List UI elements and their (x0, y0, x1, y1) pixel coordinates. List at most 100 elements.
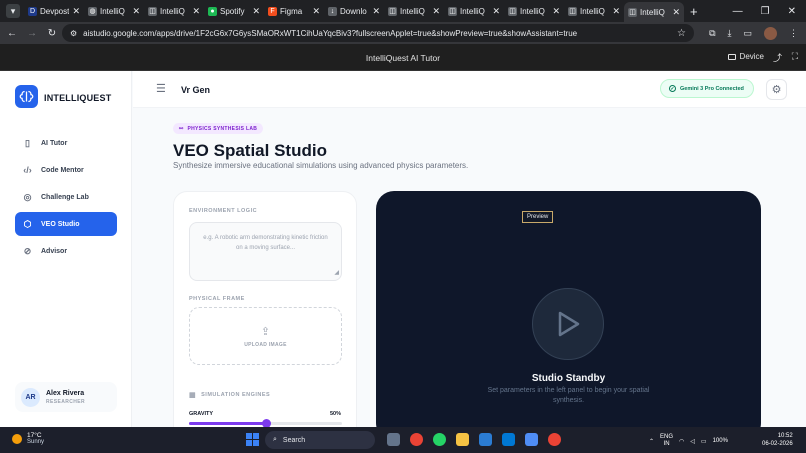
windows-start-icon[interactable] (246, 433, 259, 446)
file-explorer-icon[interactable] (456, 433, 469, 446)
shield-check-icon: ✓ (669, 85, 676, 92)
menu-icon[interactable]: ⋮ (789, 28, 798, 39)
chrome-icon[interactable] (410, 433, 423, 446)
battery-icon[interactable]: ▭ (701, 438, 707, 445)
book-icon: ▯ (25, 137, 30, 148)
gravity-value: 50% (329, 411, 341, 417)
sidebar-item-code-mentor[interactable]: ‹/› Code Mentor (15, 158, 117, 182)
tab-title: IntelliQ (520, 6, 545, 16)
user-card[interactable]: AR Alex Rivera RESEARCHER (15, 382, 117, 412)
language-indicator[interactable]: ENG IN (660, 434, 673, 448)
sun-icon (12, 433, 22, 444)
taskbar-search[interactable]: ⌕ Search (265, 431, 375, 449)
restore-icon[interactable]: ❐ (761, 6, 770, 17)
device-button[interactable]: Device (727, 52, 764, 61)
lab-badge: ⚯ PHYSICS SYNTHESIS LAB (173, 123, 264, 134)
gravity-slider-knob[interactable] (261, 419, 271, 427)
page-title: VEO Spatial Studio (173, 141, 327, 160)
browser-tab[interactable]: ◫ IntelliQ ✕ (384, 2, 444, 20)
search-icon: ⌕ (273, 436, 277, 443)
tab-close-icon[interactable]: ✕ (612, 6, 620, 17)
settings-gear-button[interactable]: ⚙ (766, 79, 787, 100)
browser-tab[interactable]: ◫ IntelliQ ✕ (504, 2, 564, 20)
tab-favicon-icon: ● (208, 6, 217, 16)
browser-tab[interactable]: F Figma ✕ (264, 2, 324, 20)
chevron-up-icon[interactable]: ⌃ (649, 438, 654, 445)
tab-close-icon[interactable]: ✕ (192, 6, 200, 17)
browser-tab[interactable]: D Devpost ✕ (24, 2, 84, 20)
site-info-icon[interactable]: ⚙ (70, 29, 77, 38)
sidebar-item-ai-tutor[interactable]: ▯ AI Tutor (15, 131, 117, 155)
tab-search-icon[interactable]: ▾ (6, 4, 20, 18)
volume-icon[interactable]: ◁ (690, 438, 695, 445)
preview-tag[interactable]: Preview (522, 211, 554, 223)
tab-close-icon[interactable]: ✕ (372, 6, 380, 17)
tab-close-icon[interactable]: ✕ (552, 6, 560, 17)
close-window-icon[interactable]: ✕ (788, 6, 796, 17)
share-icon[interactable]: ⤴ (773, 51, 782, 64)
upload-cloud-icon: ⇪ (260, 325, 271, 338)
upload-dropzone[interactable]: ⇪ UPLOAD IMAGE (189, 307, 342, 365)
app-root: INTELLIQUEST ▯ AI Tutor ‹/› Code Mentor ◎ Cha… (0, 71, 806, 427)
tab-group-icon[interactable]: ▭ (743, 28, 752, 39)
wifi-icon[interactable]: ◠ (679, 438, 684, 445)
clock[interactable]: 10:52 06-02-2026 (762, 433, 793, 449)
tab-favicon-icon: F (268, 6, 277, 16)
environment-textarea[interactable]: e.g. A robotic arm demonstrating kinetic… (189, 222, 342, 281)
tab-close-icon[interactable]: ✕ (312, 6, 320, 17)
sidebar-item-label: Advisor (41, 247, 68, 255)
vscode-icon[interactable] (502, 433, 515, 446)
chrome-active-icon[interactable] (548, 433, 561, 446)
browser-tab[interactable]: ● Spotify ✕ (204, 2, 264, 20)
resize-handle-icon[interactable]: ◢ (334, 269, 339, 279)
browser-tab[interactable]: ↓ Downlo ✕ (324, 2, 384, 20)
back-icon[interactable]: ← (2, 28, 22, 39)
forward-icon[interactable]: → (22, 28, 42, 39)
weather-widget[interactable]: 17°C Sunny (12, 432, 44, 445)
store-icon[interactable] (479, 433, 492, 446)
tab-close-icon[interactable]: ✕ (72, 6, 80, 17)
task-view-icon[interactable] (387, 433, 400, 446)
hamburger-icon[interactable]: ☰ (156, 84, 166, 95)
gravity-slider[interactable] (189, 419, 342, 427)
sidebar: INTELLIQUEST ▯ AI Tutor ‹/› Code Mentor ◎ Cha… (0, 71, 132, 427)
page-label: Vr Gen (181, 85, 211, 95)
whatsapp-icon[interactable] (433, 433, 446, 446)
browser-tab[interactable]: ◫ IntelliQ ✕ (624, 2, 684, 22)
tab-close-icon[interactable]: ✕ (672, 7, 680, 18)
applet-header: IntelliQuest AI Tutor Device ⤴ ⛶ (0, 44, 806, 71)
address-bar[interactable]: ⚙ aistudio.google.com/apps/drive/1F2cG6x… (62, 24, 694, 42)
sidebar-item-veo-studio[interactable]: ⬡ VEO Studio (15, 212, 117, 236)
engines-label: SIMULATION ENGINES (201, 392, 271, 398)
link-icon: ⚯ (179, 125, 184, 132)
browser-tab[interactable]: ◫ IntelliQ ✕ (144, 2, 204, 20)
tab-favicon-icon: ◫ (568, 6, 577, 16)
extensions-icon[interactable]: ⧉ (709, 28, 715, 39)
app-icon[interactable] (525, 433, 538, 446)
tab-close-icon[interactable]: ✕ (492, 6, 500, 17)
browser-tab[interactable]: ◫ IntelliQ ✕ (564, 2, 624, 20)
sidebar-item-challenge-lab[interactable]: ◎ Challenge Lab (15, 185, 117, 209)
url-text[interactable]: aistudio.google.com/apps/drive/1F2cG6x7G… (83, 29, 577, 38)
fullscreen-icon[interactable]: ⛶ (792, 51, 798, 62)
bookmark-star-icon[interactable]: ☆ (677, 28, 686, 39)
system-tray: ⌃ ENG IN ◠ ◁ ▭ 100% (649, 434, 728, 448)
new-tab-icon[interactable]: + (690, 4, 698, 19)
browser-tab[interactable]: ◫ IntelliQ ✕ (444, 2, 504, 20)
browser-toolbar: ← → ↻ ⚙ aistudio.google.com/apps/drive/1… (0, 22, 806, 44)
sidebar-item-advisor[interactable]: ⊘ Advisor (15, 239, 117, 263)
play-icon[interactable] (532, 288, 604, 360)
tab-title: IntelliQ (580, 6, 605, 16)
minimize-icon[interactable]: — (733, 6, 743, 17)
browser-tab[interactable]: ◍ IntelliQ ✕ (84, 2, 144, 20)
reload-icon[interactable]: ↻ (42, 28, 62, 39)
tab-close-icon[interactable]: ✕ (132, 6, 140, 17)
tab-close-icon[interactable]: ✕ (432, 6, 440, 17)
tab-favicon-icon: ◫ (628, 7, 637, 17)
tab-title: IntelliQ (400, 6, 425, 16)
tab-close-icon[interactable]: ✕ (252, 6, 260, 17)
tab-favicon-icon: ◍ (88, 6, 97, 16)
profile-avatar[interactable] (764, 26, 777, 40)
download-icon[interactable]: ⤓ (728, 28, 732, 39)
env-placeholder: e.g. A robotic arm demonstrating kinetic… (203, 235, 328, 251)
